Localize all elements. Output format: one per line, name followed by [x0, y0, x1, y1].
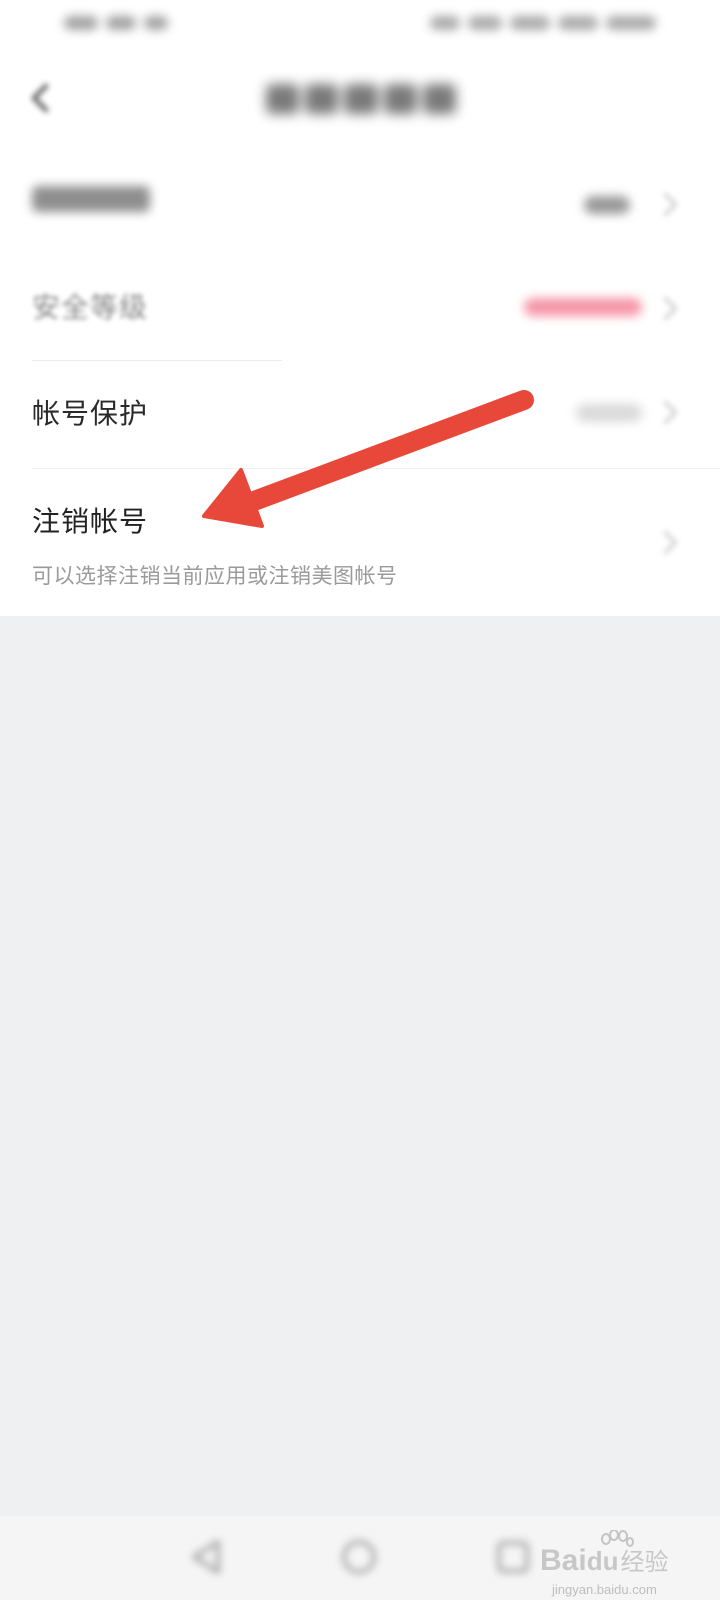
chevron-right-icon [653, 192, 678, 217]
settings-row-security-level[interactable]: 安全等级 [0, 266, 720, 356]
chevron-right-icon [653, 400, 678, 425]
security-level-value [524, 298, 642, 316]
page-title [266, 84, 457, 114]
row-divider [32, 468, 720, 469]
square-recent-icon[interactable] [494, 1538, 532, 1576]
baidu-jingyan-watermark: Baidu经验 jingyan.baidu.com [540, 1530, 680, 1598]
row-1-label [32, 186, 150, 219]
chevron-right-icon [653, 530, 678, 555]
settings-row-account-protection[interactable]: 帐号保护 [0, 366, 720, 462]
watermark-url: jingyan.baidu.com [552, 1582, 657, 1597]
settings-row-cancel-account[interactable]: 注销帐号 可以选择注销当前应用或注销美图帐号 [0, 474, 720, 616]
navigation-bar [0, 62, 720, 136]
status-bar [0, 0, 720, 48]
watermark-brand: Baidu经验 [540, 1544, 669, 1577]
triangle-back-icon[interactable] [188, 1538, 226, 1576]
row-1-value [584, 196, 630, 214]
cancel-account-description: 可以选择注销当前应用或注销美图帐号 [32, 564, 398, 588]
account-protection-label: 帐号保护 [32, 397, 149, 430]
circle-home-icon[interactable] [340, 1538, 378, 1576]
settings-row-1[interactable] [0, 160, 720, 246]
chevron-left-icon[interactable] [22, 80, 58, 116]
chevron-right-icon [653, 296, 678, 321]
cancel-account-label: 注销帐号 [32, 505, 149, 538]
status-system-icons [426, 10, 656, 36]
status-signal-indicators [64, 10, 168, 36]
account-protection-value [576, 404, 642, 422]
security-level-label: 安全等级 [32, 291, 149, 324]
row-divider [32, 360, 282, 361]
